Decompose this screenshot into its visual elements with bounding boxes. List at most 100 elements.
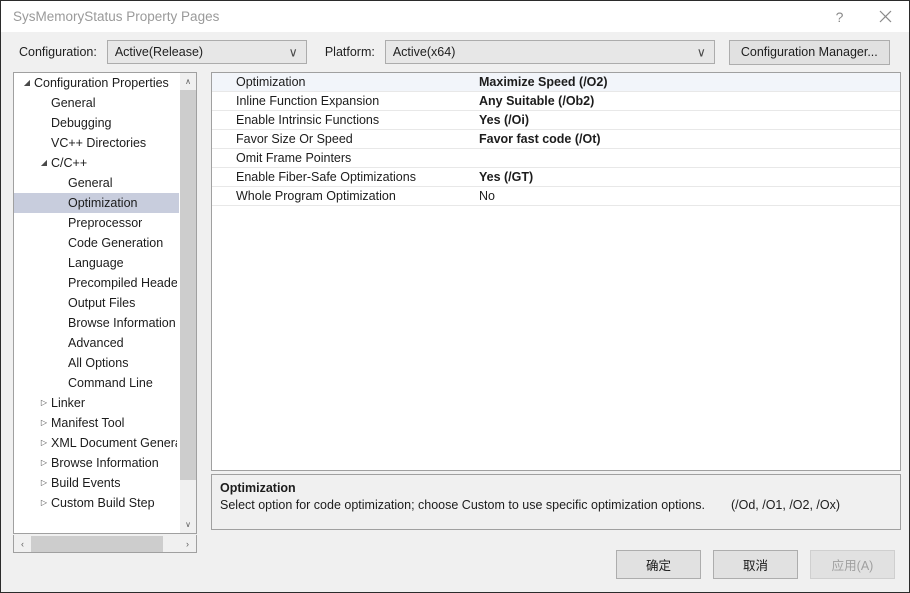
apply-button[interactable]: 应用(A)	[810, 549, 895, 579]
platform-label: Platform:	[324, 45, 375, 59]
window-title: SysMemoryStatus Property Pages	[13, 9, 220, 24]
tree-item-label: Language	[68, 256, 124, 270]
property-row[interactable]: Optimization Maximize Speed (/O2)	[212, 73, 900, 92]
tree-item-output-files[interactable]: Output Files	[14, 293, 179, 313]
property-value[interactable]: Any Suitable (/Ob2)	[477, 94, 900, 108]
tree-item-label: Output Files	[68, 296, 136, 310]
configuration-value: Active(Release)	[114, 45, 204, 59]
tree-vertical-scrollbar[interactable]: ∧ ∨	[179, 73, 196, 533]
tree-item-vc-directories[interactable]: VC++ Directories	[14, 133, 179, 153]
tree-item-label: Advanced	[68, 336, 124, 350]
tree-item-precompiled-headers[interactable]: Precompiled Headers	[14, 273, 179, 293]
property-row[interactable]: Favor Size Or Speed Favor fast code (/Ot)	[212, 130, 900, 149]
tree-item-label: C/C++	[51, 156, 88, 170]
tree-item-label: Manifest Tool	[51, 416, 125, 430]
tree-item-label: Debugging	[51, 116, 112, 130]
tree-item-general[interactable]: General	[14, 93, 179, 113]
tree-item-label: General	[68, 176, 113, 190]
configuration-dropdown[interactable]: Active(Release) ∨	[106, 40, 307, 64]
tree-item-label: Preprocessor	[68, 216, 143, 230]
tree-expander-collapsed-icon[interactable]: ▷	[37, 399, 51, 407]
property-value[interactable]: Yes (/GT)	[477, 170, 900, 184]
chevron-down-icon: ∨	[288, 45, 298, 60]
cancel-button[interactable]: 取消	[713, 549, 798, 579]
tree-vertical-scroll-thumb[interactable]	[180, 90, 196, 480]
description-text: Select option for code optimization; cho…	[220, 498, 705, 512]
tree-expander-collapsed-icon[interactable]: ▷	[37, 419, 51, 427]
tree-item-build-events[interactable]: ▷ Build Events	[14, 473, 179, 493]
chevron-down-icon: ∨	[696, 45, 706, 60]
tree-item-label: Precompiled Headers	[68, 276, 177, 290]
property-name: Omit Frame Pointers	[236, 151, 352, 165]
tree-item-advanced[interactable]: Advanced	[14, 333, 179, 353]
caption-buttons: ?	[817, 1, 909, 32]
property-value[interactable]: Maximize Speed (/O2)	[477, 75, 900, 89]
property-pages-dialog: SysMemoryStatus Property Pages ? Configu…	[0, 0, 910, 593]
tree-item-list: ◢ Configuration Properties General Debuggin…	[14, 73, 179, 533]
close-icon[interactable]	[862, 1, 909, 32]
tree-expander-collapsed-icon[interactable]: ▷	[37, 439, 51, 447]
tree-item-label: Custom Build Step	[51, 496, 155, 510]
property-row[interactable]: Whole Program Optimization No	[212, 187, 900, 206]
configuration-bar: Configuration: Active(Release) ∨ Platfor…	[1, 32, 909, 72]
property-name: Optimization	[236, 75, 306, 89]
tree-item-browse-information[interactable]: ▷ Browse Information	[14, 453, 179, 473]
tree-expander-collapsed-icon[interactable]: ▷	[37, 499, 51, 507]
tree-item-all-options[interactable]: All Options	[14, 353, 179, 373]
property-name: Inline Function Expansion	[236, 94, 380, 108]
tree-item-label: Browse Information	[51, 456, 159, 470]
property-row[interactable]: Enable Fiber-Safe Optimizations Yes (/GT)	[212, 168, 900, 187]
tree-item-xml-document-generator[interactable]: ▷XML Document Generator	[14, 433, 179, 453]
tree-item-linker[interactable]: ▷ Linker	[14, 393, 179, 413]
tree-expander-expanded-icon[interactable]: ◢	[37, 159, 51, 167]
tree-expander-collapsed-icon[interactable]: ▷	[37, 459, 51, 467]
property-name: Enable Fiber-Safe Optimizations	[236, 170, 416, 184]
tree-item-configuration-properties[interactable]: ◢ Configuration Properties	[14, 73, 179, 93]
property-value[interactable]: No	[477, 189, 900, 203]
tree-item-label: XML Document Generator	[51, 436, 177, 450]
property-value[interactable]: Yes (/Oi)	[477, 113, 900, 127]
property-row[interactable]: Enable Intrinsic Functions Yes (/Oi)	[212, 111, 900, 130]
tree-item-label: Linker	[51, 396, 86, 410]
scroll-down-icon[interactable]: ∨	[180, 516, 196, 533]
scroll-up-icon[interactable]: ∧	[180, 73, 196, 90]
property-name: Enable Intrinsic Functions	[236, 113, 380, 127]
title-bar: SysMemoryStatus Property Pages ?	[1, 1, 909, 32]
tree-item-label: All Options	[68, 356, 129, 370]
platform-dropdown[interactable]: Active(x64) ∨	[384, 40, 715, 64]
configuration-manager-button[interactable]: Configuration Manager...	[728, 39, 890, 65]
tree-item-debugging[interactable]: Debugging	[14, 113, 179, 133]
property-row[interactable]: Omit Frame Pointers	[212, 149, 900, 168]
dialog-content: ◢ Configuration Properties General Debuggin…	[1, 72, 909, 553]
tree-item-custom-build-step[interactable]: ▷ Custom Build Step	[14, 493, 179, 513]
configuration-label: Configuration:	[19, 45, 97, 59]
tree-item-c-c[interactable]: ◢ C/C++	[14, 153, 179, 173]
tree-item-label: Configuration Properties	[34, 76, 169, 90]
tree-expander-expanded-icon[interactable]: ◢	[20, 79, 34, 87]
property-name: Favor Size Or Speed	[236, 132, 353, 146]
tree-item-manifest-tool[interactable]: ▷ Manifest Tool	[14, 413, 179, 433]
property-value[interactable]: Favor fast code (/Ot)	[477, 132, 900, 146]
description-title: Optimization	[220, 481, 296, 495]
description-body: Select option for code optimization; cho…	[220, 498, 892, 512]
tree-item-optimization[interactable]: Optimization	[14, 193, 179, 213]
tree-item-label: General	[51, 96, 96, 110]
tree-item-label: Build Events	[51, 476, 121, 490]
tree-item-code-generation[interactable]: Code Generation	[14, 233, 179, 253]
settings-tree: ◢ Configuration Properties General Debuggin…	[13, 72, 197, 534]
tree-item-label: Browse Information	[68, 316, 176, 330]
property-grid: Optimization Maximize Speed (/O2) Inline F…	[211, 72, 901, 471]
tree-item-preprocessor[interactable]: Preprocessor	[14, 213, 179, 233]
dialog-footer: 确定 取消 应用(A)	[1, 536, 909, 592]
tree-item-command-line[interactable]: Command Line	[14, 373, 179, 393]
platform-value: Active(x64)	[392, 45, 456, 59]
help-icon[interactable]: ?	[817, 1, 862, 32]
property-row[interactable]: Inline Function Expansion Any Suitable (/…	[212, 92, 900, 111]
tree-item-label: Code Generation	[68, 236, 164, 250]
tree-item-general[interactable]: General	[14, 173, 179, 193]
tree-item-language[interactable]: Language	[14, 253, 179, 273]
tree-item-label: Optimization	[68, 196, 138, 210]
tree-item-browse-information[interactable]: Browse Information	[14, 313, 179, 333]
ok-button[interactable]: 确定	[616, 549, 701, 579]
tree-expander-collapsed-icon[interactable]: ▷	[37, 479, 51, 487]
